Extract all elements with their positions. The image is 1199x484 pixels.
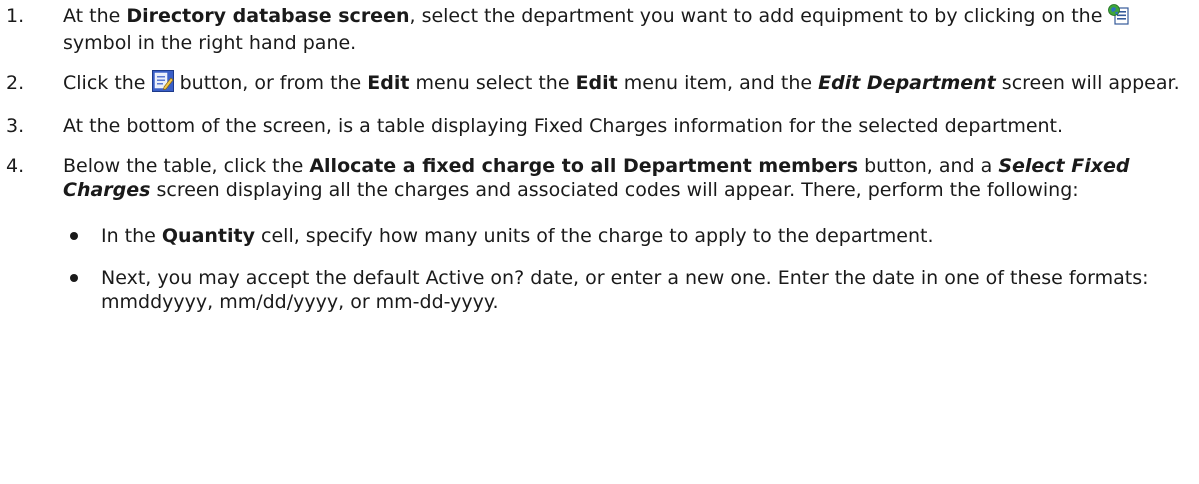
bullet-icon: [70, 274, 78, 282]
edit-department-screen-label: Edit Department: [818, 72, 996, 94]
step-number: 2.: [6, 72, 25, 94]
step-text: Below the table, click the Allocate a fi…: [63, 155, 1130, 201]
directory-database-screen-label: Directory database screen: [126, 5, 410, 27]
bullet-icon: [70, 232, 78, 240]
edit-menu-item-label: Edit: [575, 72, 618, 94]
step-text: At the Directory database screen, select…: [63, 4, 1187, 55]
step-text: At the bottom of the screen, is a table …: [63, 115, 1064, 137]
list-item: Next, you may accept the default Active …: [63, 266, 1187, 314]
quantity-cell-label: Quantity: [161, 225, 255, 247]
directory-department-icon: [1108, 4, 1130, 31]
step-4: 4. Below the table, click the Allocate a…: [0, 154, 1199, 314]
step-3: 3. At the bottom of the screen, is a tab…: [0, 114, 1199, 138]
edit-button-icon: [151, 70, 174, 98]
bullet-text: Next, you may accept the default Active …: [101, 267, 1161, 313]
edit-menu-label: Edit: [367, 72, 410, 94]
bullet-text: In the Quantity cell, specify how many u…: [101, 225, 934, 247]
step-2: 2. Click the button, or from the Edit me…: [0, 70, 1199, 98]
sub-steps-list: In the Quantity cell, specify how many u…: [63, 224, 1187, 314]
allocate-fixed-charge-button-label: Allocate a fixed charge to all Departmen…: [309, 155, 859, 177]
step-1: 1. At the Directory database screen, sel…: [0, 4, 1199, 55]
step-text: Click the button, or from the Edit menu …: [63, 70, 1187, 98]
instruction-document: 1. At the Directory database screen, sel…: [0, 0, 1199, 314]
list-item: In the Quantity cell, specify how many u…: [63, 224, 1187, 248]
step-number: 1.: [6, 5, 25, 27]
step-number: 3.: [6, 115, 25, 137]
step-number: 4.: [6, 155, 25, 177]
